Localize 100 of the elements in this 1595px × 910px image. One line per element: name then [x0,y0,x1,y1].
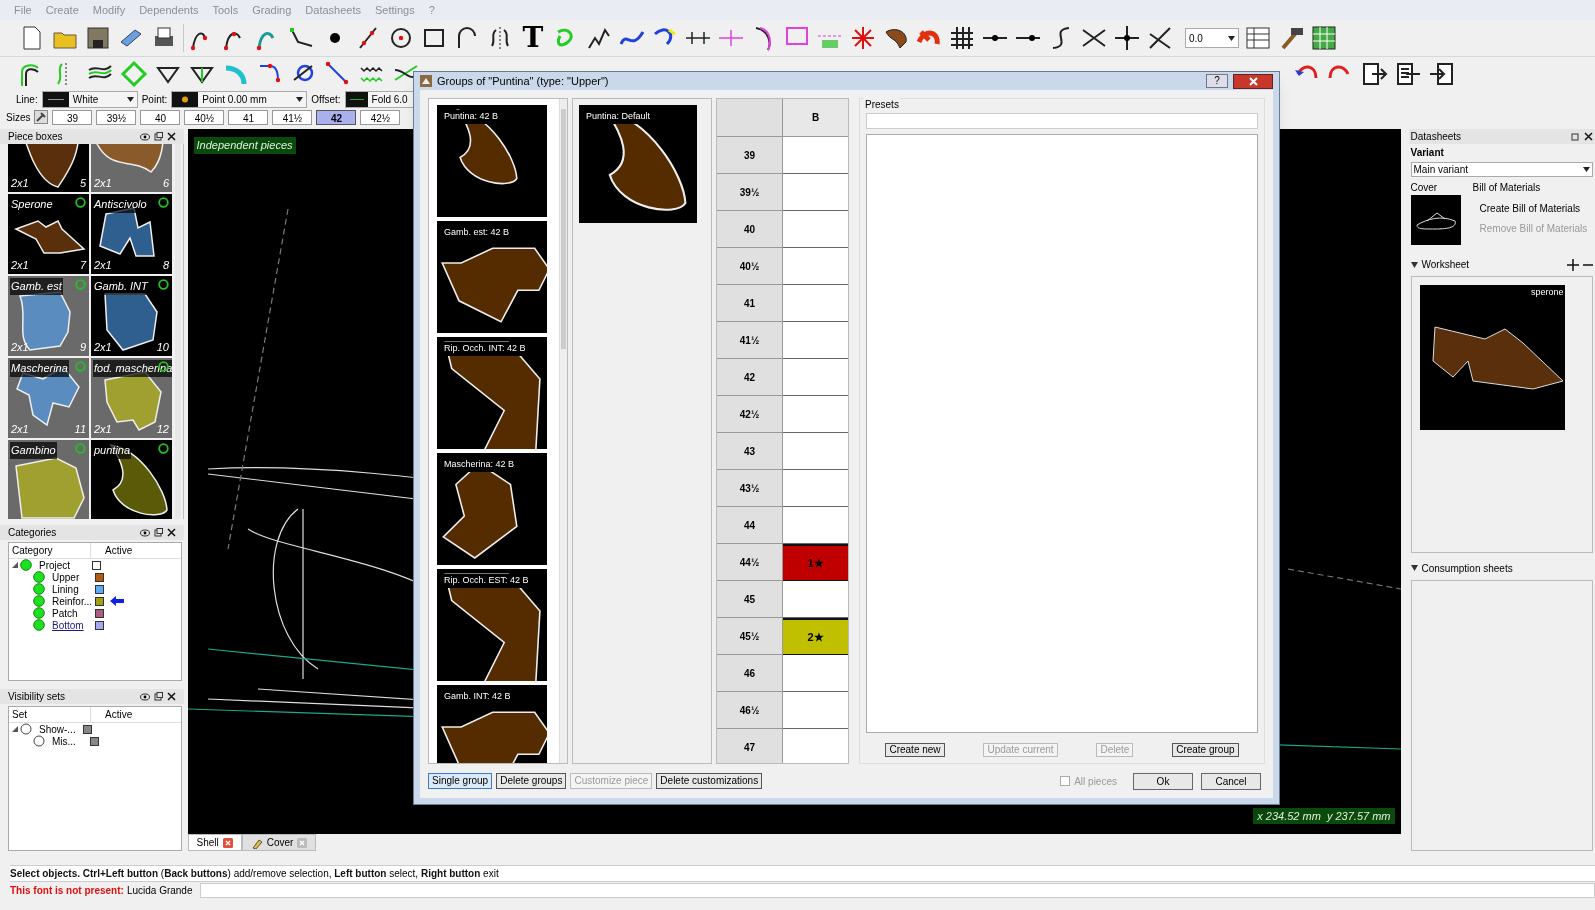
variant-dropdown[interactable]: Main variant [1410,162,1593,177]
piece-box[interactable]: 2x1 5 [8,144,89,192]
table-icon[interactable] [1244,24,1272,52]
float-icon[interactable] [1571,132,1580,141]
ok-button[interactable]: Ok [1133,772,1193,790]
scrollbar[interactable] [559,99,567,763]
status-circle-icon[interactable] [33,735,45,747]
table-cell[interactable] [783,322,848,359]
group-thumbnail[interactable]: Puntina: Default [579,105,697,223]
caret-icon[interactable] [296,96,304,102]
color-swatch[interactable] [92,560,101,570]
grid-sheet-icon[interactable] [1310,24,1338,52]
action-button[interactable]: Single group [428,773,493,789]
size-tab[interactable]: 39½ [96,109,137,125]
add-icon[interactable] [1567,258,1579,271]
caret-icon[interactable] [126,96,134,102]
group-thumbnail[interactable]: Gamb. est: 42 B [437,221,547,333]
point-dropdown[interactable]: Point 0.00 mm [171,90,308,108]
group-thumbnail[interactable]: Rip. Occh. INT: 42 B [437,337,547,449]
table-cell[interactable] [783,581,848,618]
piece-box[interactable]: Gamb. est 2x1 9 [8,276,89,356]
close-button[interactable] [1233,73,1273,89]
action-button[interactable]: Delete customizations [656,773,763,789]
size-tab[interactable]: 42 [316,109,357,125]
table-cell[interactable] [783,174,848,211]
color-swatch[interactable] [95,620,104,630]
line-dropdown[interactable]: White [41,90,138,108]
table-cell[interactable] [783,137,848,174]
expand-arrow-icon[interactable] [12,726,18,732]
color-swatch[interactable] [95,596,104,606]
close-icon[interactable] [1584,132,1593,141]
preset-name-field[interactable] [866,113,1258,129]
table-cell[interactable] [783,507,848,544]
color-swatch[interactable] [83,724,92,734]
preset-button[interactable]: Create new [885,743,945,757]
table-cell[interactable] [783,359,848,396]
piece-box[interactable]: Mascherina 2x1 11 [8,358,89,438]
caret-icon[interactable] [1228,35,1235,41]
color-swatch[interactable] [95,584,104,594]
app-icon[interactable] [420,75,432,87]
color-swatch[interactable] [95,608,104,618]
grid-tool-icon[interactable] [948,24,976,52]
status-circle-icon[interactable] [33,595,45,607]
document-tab[interactable]: Cover [241,834,317,851]
close-icon[interactable] [166,528,176,537]
float-icon[interactable] [153,692,163,701]
group-thumbnail[interactable]: Puntina: 42 B [437,105,547,217]
table-cell[interactable] [783,285,848,322]
bom-link[interactable]: Create Bill of Materials [1479,201,1588,216]
worksheet-thumbnail[interactable]: sperone [1419,285,1565,430]
document-tab[interactable]: Shell [187,834,242,851]
size-tab[interactable]: 41½ [272,109,313,125]
status-circle-icon[interactable] [20,559,32,571]
size-tab[interactable]: 41 [228,109,269,125]
swatch-icon[interactable] [42,91,69,107]
tree-item-label[interactable]: Project [39,557,92,573]
help-button[interactable]: ? [1206,74,1228,88]
status-circle-icon[interactable] [33,619,45,631]
star-tool-icon[interactable] [849,24,877,52]
group-thumbnail[interactable]: Rip. Occh. EST: 42 B [437,569,547,681]
status-circle-icon[interactable] [33,571,45,583]
text-tool[interactable]: T [519,24,547,52]
action-button[interactable]: Delete groups [496,773,567,789]
piece-box[interactable]: puntina [91,440,172,519]
expand-arrow-icon[interactable] [12,562,18,568]
shoe-sketch-thumbnail[interactable] [1410,195,1461,245]
group-thumbnail[interactable]: Mascherina: 42 B [437,453,547,565]
piece-box[interactable]: Gamb. INT 2x1 10 [91,276,172,356]
close-icon[interactable] [166,132,176,141]
piece-box[interactable]: Gambino [8,440,89,519]
table-cell[interactable] [783,692,848,729]
status-circle-icon[interactable] [33,583,45,595]
offset-dropdown[interactable]: Fold 6.0 [344,90,415,108]
float-icon[interactable] [153,132,163,141]
piece-box[interactable]: 2x1 6 [91,144,172,192]
color-swatch[interactable] [90,736,99,746]
size-tab[interactable]: 39 [52,109,93,125]
swatch-icon[interactable] [172,91,199,107]
table-cell[interactable] [783,211,848,248]
zoom-dropdown[interactable]: 0.0 [1185,28,1239,48]
status-circle-icon[interactable] [33,607,45,619]
table-cell[interactable] [783,655,848,692]
save-icon[interactable] [84,24,112,52]
eye-icon[interactable] [139,692,150,701]
piece-box[interactable]: Sperone 2x1 7 [8,194,89,274]
cancel-button[interactable]: Cancel [1201,772,1261,790]
size-tab[interactable]: 40 [140,109,181,125]
group-thumbnail[interactable]: Gamb. INT: 42 B [437,685,547,763]
eye-icon[interactable] [139,132,150,141]
command-input[interactable] [199,882,1595,898]
collapse-arrow-icon[interactable] [1410,261,1418,268]
status-circle-icon[interactable] [20,723,32,735]
eye-icon[interactable] [139,528,150,537]
table-cell[interactable]: 2★ [783,618,848,655]
table-cell[interactable] [783,433,848,470]
caret-icon[interactable] [1583,167,1590,172]
size-tab[interactable]: 40½ [184,109,225,125]
plus-tool-icon[interactable] [1113,24,1141,52]
close-icon[interactable] [166,692,176,701]
float-icon[interactable] [153,528,163,537]
